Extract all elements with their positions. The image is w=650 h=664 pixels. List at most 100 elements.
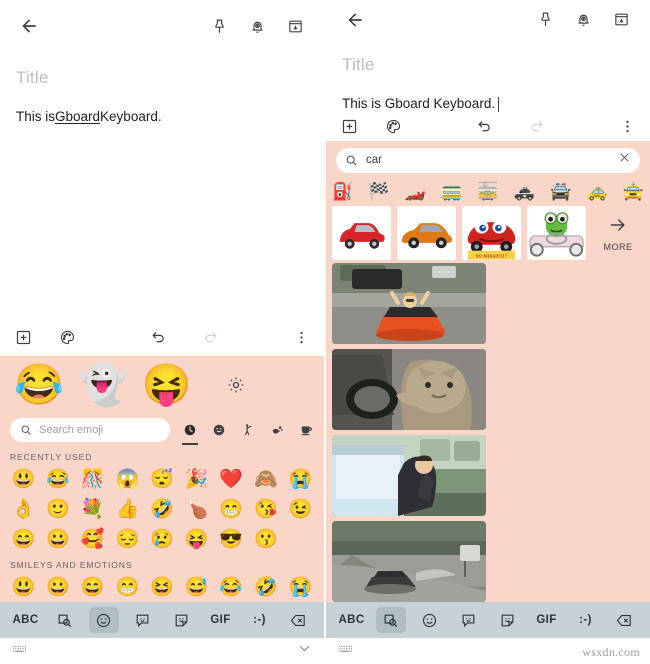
emoji-cell[interactable]: 😘: [249, 494, 284, 524]
note-text-field[interactable]: This is Gboard Keyboard.: [342, 95, 634, 113]
sticker-key[interactable]: [493, 607, 523, 633]
emoji-cell[interactable]: 🍗: [179, 494, 214, 524]
keyboard-icon[interactable]: [338, 642, 354, 660]
sticker-result[interactable]: чо какиеси?: [462, 206, 521, 260]
emoji-cell[interactable]: 😀: [41, 524, 76, 554]
archive-icon[interactable]: [606, 5, 636, 35]
backspace-key[interactable]: [610, 607, 640, 633]
category-smileys-icon[interactable]: [211, 420, 227, 440]
emoji-cell[interactable]: 😁: [110, 572, 145, 602]
kaomoji-key[interactable]: :-): [245, 607, 275, 633]
emoji-cell[interactable]: 😎: [214, 524, 249, 554]
emoji-cell[interactable]: 😝: [179, 524, 214, 554]
keyboard-icon[interactable]: [12, 642, 28, 660]
back-arrow-icon[interactable]: [340, 5, 370, 35]
pin-icon[interactable]: [204, 11, 234, 41]
emoji-cell[interactable]: 😱: [110, 464, 145, 494]
emoji-cell[interactable]: 👍: [110, 494, 145, 524]
chevron-down-icon[interactable]: [297, 641, 312, 661]
emoji-cell[interactable]: 🎊: [75, 464, 110, 494]
plus-box-icon[interactable]: [338, 116, 360, 138]
emoji-cell[interactable]: 😀: [41, 572, 76, 602]
suggested-emoji[interactable]: 🚋: [477, 183, 498, 200]
note-text-field[interactable]: This is Gboard Keyboard.: [16, 108, 308, 126]
emoji-cell[interactable]: 😂: [41, 464, 76, 494]
emoji-cell[interactable]: 😂: [214, 572, 249, 602]
sticker-result[interactable]: [332, 206, 391, 260]
suggested-emoji[interactable]: 🚔: [550, 183, 571, 200]
emoji-cell[interactable]: 😄: [75, 572, 110, 602]
gif-result[interactable]: [332, 435, 486, 516]
emoji-cell[interactable]: 🥰: [75, 524, 110, 554]
search-emoji-input[interactable]: Search emoji: [10, 418, 170, 442]
gif-result[interactable]: [332, 521, 486, 602]
undo-icon[interactable]: [473, 116, 495, 138]
abc-key[interactable]: ABC: [11, 607, 41, 633]
emoji-cell[interactable]: 😭: [283, 464, 318, 494]
back-arrow-icon[interactable]: [14, 11, 44, 41]
palette-icon[interactable]: [56, 327, 78, 349]
emoji-cell[interactable]: 😔: [110, 524, 145, 554]
emoji-key[interactable]: [415, 607, 445, 633]
backspace-key[interactable]: [284, 607, 314, 633]
suggested-emoji[interactable]: 🏁: [368, 183, 389, 200]
emoji-cell[interactable]: 👌: [6, 494, 41, 524]
emoji-key[interactable]: [88, 607, 119, 633]
emoji-cell[interactable]: 😗: [249, 524, 284, 554]
sticker-search-key[interactable]: [50, 607, 80, 633]
emoji-cell[interactable]: 😁: [214, 494, 249, 524]
category-people-icon[interactable]: [240, 420, 256, 440]
kaomoji-key[interactable]: :-): [571, 607, 601, 633]
reminder-bell-icon[interactable]: [568, 5, 598, 35]
note-title-field[interactable]: Title: [342, 55, 634, 75]
emoji-cell[interactable]: 😆: [145, 572, 180, 602]
archive-icon[interactable]: [280, 11, 310, 41]
gear-icon[interactable]: [221, 370, 251, 400]
category-recent-icon[interactable]: [182, 420, 198, 445]
emoji-cell[interactable]: 😉: [283, 494, 318, 524]
suggested-emoji[interactable]: 🚓: [514, 183, 535, 200]
gif-key[interactable]: GIF: [206, 607, 236, 633]
emoji-cell[interactable]: 😴: [145, 464, 180, 494]
emoji-cell[interactable]: 😃: [6, 464, 41, 494]
sticker-key[interactable]: [167, 607, 197, 633]
emoji-cell[interactable]: 😭: [283, 572, 318, 602]
sticker-suggestion[interactable]: 👻: [78, 365, 128, 405]
reminder-bell-icon[interactable]: [242, 11, 272, 41]
undo-icon[interactable]: [147, 327, 169, 349]
emoji-cell[interactable]: 😄: [6, 524, 41, 554]
suggested-emoji[interactable]: 🚃: [441, 183, 462, 200]
sticker-result[interactable]: [527, 206, 586, 260]
plus-box-icon[interactable]: [12, 327, 34, 349]
emoji-cell[interactable]: ❤️: [214, 464, 249, 494]
gif-result[interactable]: [332, 349, 486, 430]
sticker-suggestion[interactable]: 😝: [142, 365, 192, 405]
abc-key[interactable]: ABC: [337, 607, 367, 633]
pin-icon[interactable]: [530, 5, 560, 35]
suggested-emoji[interactable]: 🚕: [586, 183, 607, 200]
gif-result[interactable]: [332, 263, 486, 344]
emoji-cell[interactable]: 🤣: [249, 572, 284, 602]
more-vert-icon[interactable]: [616, 116, 638, 138]
sticker-suggestion[interactable]: 😂: [14, 365, 64, 405]
emoji-cell[interactable]: 🤣: [145, 494, 180, 524]
more-vert-icon[interactable]: [290, 327, 312, 349]
sticker-result[interactable]: [397, 206, 456, 260]
gif-key[interactable]: GIF: [532, 607, 562, 633]
suggested-emoji[interactable]: 🚖: [623, 183, 644, 200]
emoji-cell[interactable]: 🙈: [249, 464, 284, 494]
note-title-field[interactable]: Title: [16, 68, 308, 88]
emoji-cell[interactable]: 💐: [75, 494, 110, 524]
emoji-cell[interactable]: 😃: [6, 572, 41, 602]
emoji-cell[interactable]: 😢: [145, 524, 180, 554]
sticker-search-key[interactable]: [375, 607, 406, 633]
palette-icon[interactable]: [382, 116, 404, 138]
category-nature-icon[interactable]: [269, 420, 285, 440]
emoticon-key[interactable]: [454, 607, 484, 633]
emoji-cell[interactable]: 🎉: [179, 464, 214, 494]
emoticon-key[interactable]: [128, 607, 158, 633]
suggested-emoji[interactable]: 🏎️: [405, 183, 426, 200]
suggested-emoji[interactable]: ⛽: [332, 183, 353, 200]
category-food-icon[interactable]: [298, 420, 314, 440]
close-icon[interactable]: [618, 151, 631, 169]
